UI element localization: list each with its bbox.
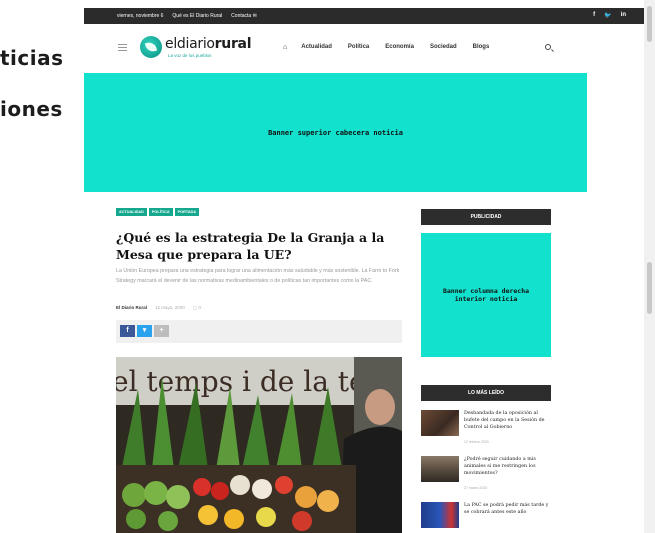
banner-side[interactable]: Banner columna derecha interior noticia: [421, 233, 551, 357]
banner-top[interactable]: Banner superior cabecera noticia: [84, 73, 587, 192]
most-read-date: 27 marzo 2020: [464, 486, 488, 490]
most-read-item[interactable]: La PAC se podrá pedir más tarde y se cob…: [421, 502, 551, 533]
site-header: eldiariorural La voz de los pueblos ⌂ Ac…: [84, 24, 644, 72]
banner-side-line1: Banner columna derecha: [442, 287, 530, 295]
banner-side-line2: interior noticia: [454, 295, 518, 303]
home-icon[interactable]: ⌂: [283, 44, 287, 51]
article-title: ¿Qué es la estrategia De la Granja a la …: [116, 230, 385, 262]
site-logo[interactable]: eldiariorural: [165, 36, 251, 52]
article-author[interactable]: El Diario Rural: [116, 305, 147, 311]
twitter-icon[interactable]: 🐦: [604, 12, 611, 19]
top-bar: viernes, noviembre 6 Qué es El Diario Ru…: [84, 8, 644, 24]
page-scrollbar[interactable]: [644, 0, 655, 533]
tag-portada[interactable]: PORTADA: [174, 208, 200, 216]
article-excerpt: La Unión Europea prepara una estrategia …: [116, 268, 400, 284]
hamburger-icon[interactable]: [118, 44, 127, 51]
most-read-item[interactable]: ¿Podré seguir cuidando a mis animales si…: [421, 456, 551, 492]
facebook-icon[interactable]: f: [593, 12, 595, 19]
comment-count[interactable]: ▢ 0: [193, 305, 201, 311]
comment-icon: ▢: [192, 305, 198, 310]
search-icon[interactable]: [545, 44, 551, 50]
article-meta: El Diario Rural 12 mayo, 2020 ▢ 0: [116, 305, 201, 311]
most-read-title[interactable]: ¿Podré seguir cuidando a mis animales si…: [464, 456, 552, 477]
article-date: 12 mayo, 2020: [155, 305, 185, 310]
share-bar: f ▾ +: [116, 320, 402, 343]
topbar-date: viernes, noviembre 6: [117, 13, 164, 19]
publicidad-header: PUBLICIDAD: [421, 209, 551, 225]
twitter-share-button[interactable]: ▾: [137, 325, 152, 337]
most-read-thumb[interactable]: [421, 502, 459, 528]
most-read-thumb[interactable]: [421, 410, 459, 436]
article-tags: ACTUALIDAD POLÍTICA PORTADA: [116, 208, 200, 216]
nav-item-economia[interactable]: Economía: [385, 44, 414, 51]
article-photo: el temps i de la terra: [116, 357, 402, 533]
tag-politica[interactable]: POLÍTICA: [148, 208, 173, 216]
most-read-date: 12 febrero 2020: [464, 440, 489, 444]
scrollbar-thumb-secondary[interactable]: [647, 262, 652, 314]
more-share-button[interactable]: +: [154, 325, 169, 337]
linkedin-icon[interactable]: in: [621, 12, 626, 19]
banner-top-label: Banner superior cabecera noticia: [268, 128, 403, 137]
most-read-title[interactable]: Desbandada de la oposición al bufete del…: [464, 410, 552, 431]
banner-side-label: Banner columna derecha interior noticia: [443, 287, 529, 303]
overlay-text-line1: ticias: [0, 46, 64, 70]
facebook-share-button[interactable]: f: [120, 325, 135, 337]
most-read-thumb[interactable]: [421, 456, 459, 482]
main-nav: ⌂ Actualidad Política Economía Sociedad …: [283, 44, 505, 51]
nav-item-actualidad[interactable]: Actualidad: [301, 44, 332, 51]
tag-actualidad[interactable]: ACTUALIDAD: [116, 208, 147, 216]
most-read-item[interactable]: Desbandada de la oposición al bufete del…: [421, 410, 551, 446]
most-read-title[interactable]: La PAC se podrá pedir más tarde y se cob…: [464, 502, 552, 516]
market-photo-illustration: el temps i de la terra: [116, 357, 402, 533]
topbar-about-link[interactable]: Qué es El Diario Rural: [172, 13, 222, 19]
browser-page: viernes, noviembre 6 Qué es El Diario Ru…: [84, 0, 644, 533]
envelope-icon: ✉: [252, 13, 257, 19]
site-tagline: La voz de los pueblos: [168, 53, 212, 58]
most-read-header: LO MÁS LEÍDO: [421, 385, 551, 401]
topbar-contact-link[interactable]: Contacta ✉: [231, 13, 257, 19]
nav-item-politica[interactable]: Política: [348, 44, 369, 51]
nav-item-sociedad[interactable]: Sociedad: [430, 44, 457, 51]
nav-item-blogs[interactable]: Blogs: [473, 44, 490, 51]
overlay-text-line2: iones: [0, 97, 63, 121]
scrollbar-thumb[interactable]: [647, 6, 652, 42]
